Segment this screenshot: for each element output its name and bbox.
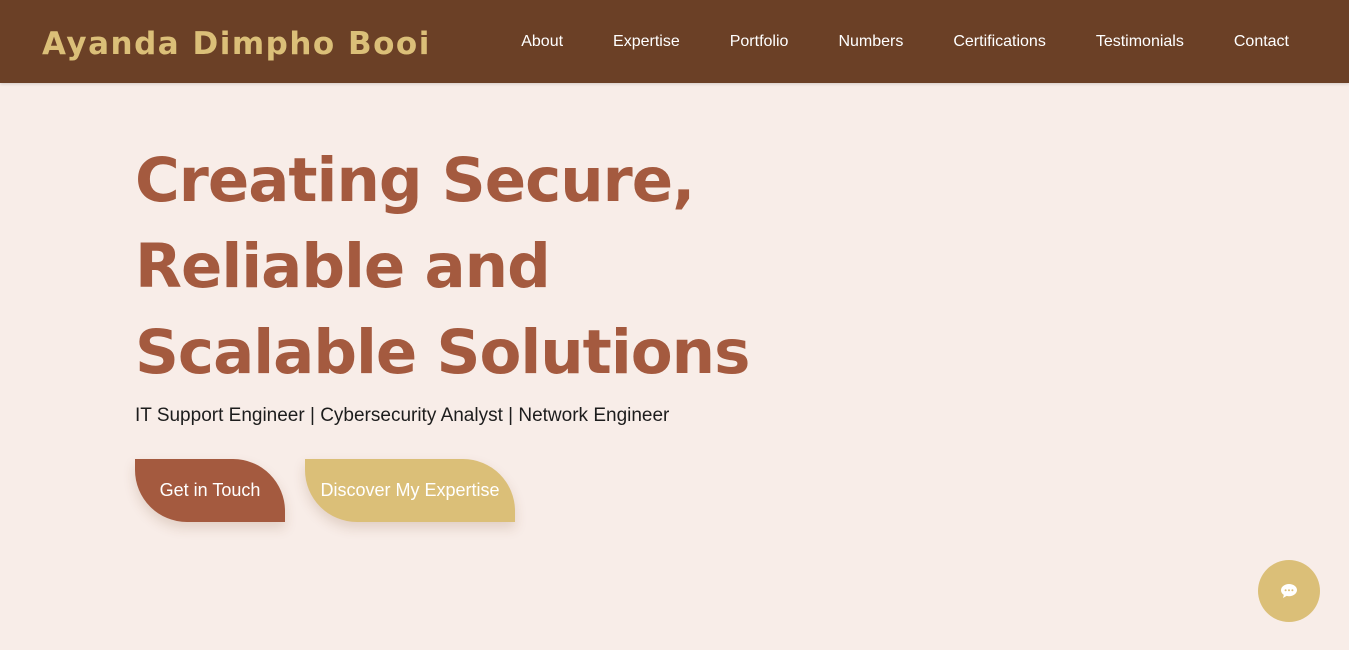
hero-section: Creating Secure, Reliable and Scalable S… [135, 138, 750, 396]
navbar: Ayanda Dimpho Booi About Expertise Portf… [0, 0, 1349, 83]
hero-title: Creating Secure, Reliable and Scalable S… [135, 138, 750, 396]
get-in-touch-button[interactable]: Get in Touch [135, 459, 285, 522]
discover-expertise-button[interactable]: Discover My Expertise [305, 459, 515, 522]
nav-link-expertise[interactable]: Expertise [613, 33, 680, 51]
nav-link-portfolio[interactable]: Portfolio [730, 33, 789, 51]
hero-title-line-3: Scalable Solutions [135, 317, 750, 388]
nav-link-testimonials[interactable]: Testimonials [1096, 33, 1184, 51]
hero-title-line-1: Creating Secure, [135, 145, 695, 216]
hero-subtitle: IT Support Engineer | Cybersecurity Anal… [135, 405, 670, 426]
nav-link-certifications[interactable]: Certifications [953, 33, 1045, 51]
nav-link-contact[interactable]: Contact [1234, 33, 1289, 51]
nav-link-about[interactable]: About [521, 33, 563, 51]
chat-bubble-icon [1281, 584, 1297, 598]
nav-menu: About Expertise Portfolio Numbers Certif… [521, 0, 1289, 83]
hero-title-line-2: Reliable and [135, 231, 551, 302]
nav-link-numbers[interactable]: Numbers [838, 33, 903, 51]
chat-button[interactable] [1258, 560, 1320, 622]
brand-name[interactable]: Ayanda Dimpho Booi [42, 24, 431, 64]
